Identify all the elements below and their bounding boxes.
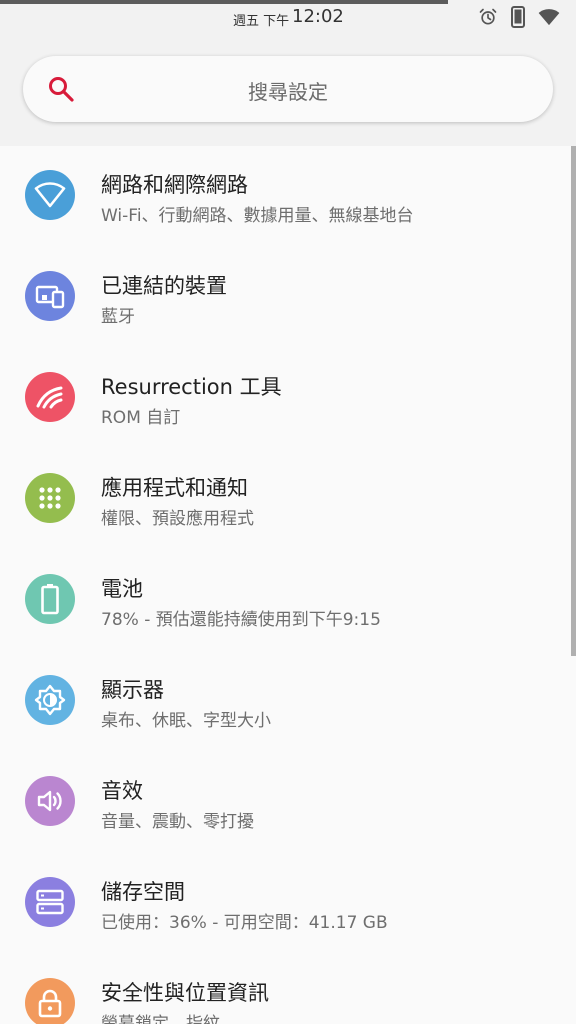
battery-icon (25, 574, 75, 624)
settings-item-display[interactable]: 顯示器 桌布、休眠、字型大小 (0, 651, 576, 752)
item-subtitle: 已使用：36% - 可用空間：41.17 GB (101, 913, 388, 933)
status-icons (478, 6, 560, 28)
item-subtitle: 78% - 預估還能持續使用到下午9:15 (101, 610, 381, 630)
volume-icon (25, 776, 75, 826)
item-title: 安全性與位置資訊 (101, 981, 269, 1005)
settings-item-network[interactable]: 網路和網際網路 Wi-Fi、行動網路、數據用量、無線基地台 (0, 146, 576, 247)
settings-item-battery[interactable]: 電池 78% - 預估還能持續使用到下午9:15 (0, 550, 576, 651)
item-title: 顯示器 (101, 678, 164, 702)
item-subtitle: 權限、預設應用程式 (101, 509, 254, 529)
item-title: 應用程式和通知 (101, 476, 248, 500)
storage-icon (25, 877, 75, 927)
brightness-icon (25, 675, 75, 725)
item-subtitle: 螢幕鎖定、指紋 (101, 1014, 220, 1024)
item-subtitle: Wi-Fi、行動網路、數據用量、無線基地台 (101, 206, 414, 226)
status-time: 12:02 (292, 6, 344, 27)
item-title: 已連結的裝置 (101, 274, 227, 298)
settings-item-apps[interactable]: 應用程式和通知 權限、預設應用程式 (0, 449, 576, 550)
item-title: 電池 (101, 577, 143, 601)
wifi-icon (25, 170, 75, 220)
settings-item-sound[interactable]: 音效 音量、震動、零打擾 (0, 752, 576, 853)
item-subtitle: ROM 自訂 (101, 408, 181, 428)
settings-item-resurrection[interactable]: Resurrection 工具 ROM 自訂 (0, 348, 576, 449)
item-title: 網路和網際網路 (101, 173, 248, 197)
settings-item-security[interactable]: 安全性與位置資訊 螢幕鎖定、指紋 (0, 954, 576, 1024)
resurrection-logo-icon (25, 372, 75, 422)
settings-list[interactable]: 網路和網際網路 Wi-Fi、行動網路、數據用量、無線基地台 已連結的裝置 藍牙 … (0, 146, 576, 1024)
settings-item-storage[interactable]: 儲存空間 已使用：36% - 可用空間：41.17 GB (0, 853, 576, 954)
item-title: 音效 (101, 779, 143, 803)
status-day: 週五 下午 (233, 14, 290, 29)
phone-icon (510, 6, 526, 28)
item-subtitle: 音量、震動、零打擾 (101, 812, 254, 832)
search-bar[interactable]: 搜尋設定 (23, 56, 553, 122)
wifi-icon (538, 8, 560, 26)
devices-icon (25, 271, 75, 321)
item-title: Resurrection 工具 (101, 375, 282, 399)
status-bar: 週五 下午 12:02 (0, 0, 576, 36)
alarm-icon (478, 7, 498, 27)
lock-icon (25, 978, 75, 1024)
item-subtitle: 桌布、休眠、字型大小 (101, 711, 271, 731)
apps-grid-icon (25, 473, 75, 523)
item-title: 儲存空間 (101, 880, 185, 904)
search-placeholder: 搜尋設定 (248, 80, 328, 104)
settings-item-connected-devices[interactable]: 已連結的裝置 藍牙 (0, 247, 576, 348)
item-subtitle: 藍牙 (101, 307, 135, 327)
